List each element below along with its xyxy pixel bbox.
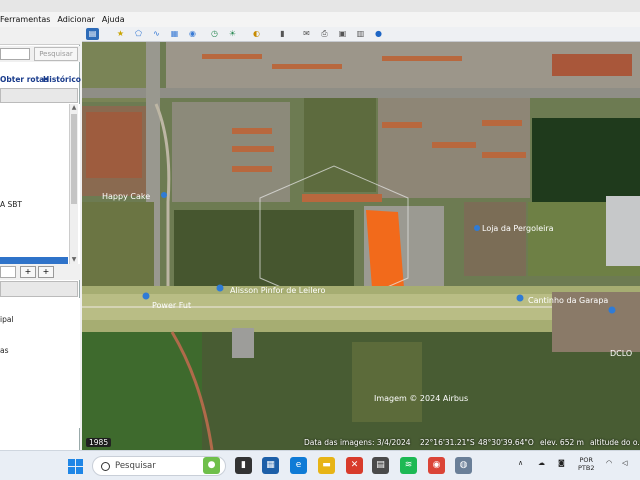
search-row: Pesquisar xyxy=(0,46,80,62)
label-dclo[interactable]: DCLO xyxy=(610,349,632,358)
start-button-icon[interactable] xyxy=(68,459,83,474)
volume-icon[interactable]: ◁ xyxy=(622,459,627,467)
google-earth-taskbar-icon[interactable]: ◍ xyxy=(455,457,472,474)
scroll-thumb[interactable] xyxy=(71,114,77,204)
add-folder-button[interactable]: + xyxy=(38,266,54,278)
elevation-readout: elev. 652 m xyxy=(540,438,584,447)
spotify-icon[interactable]: ≋ xyxy=(400,457,417,474)
sidebar-top xyxy=(0,27,80,45)
polygon-icon[interactable]: ⬠ xyxy=(132,28,145,40)
scroll-up-icon[interactable]: ▲ xyxy=(70,104,78,112)
layer-item-fronteiras[interactable]: as xyxy=(0,346,9,355)
history-link[interactable]: Histórico xyxy=(43,75,81,84)
search-button[interactable]: Pesquisar xyxy=(34,47,78,61)
search-icon xyxy=(101,462,110,471)
places-scrollbar[interactable]: ▲ ▼ xyxy=(69,104,78,264)
google-earth-window: Ferramentas Adicionar Ajuda Pesquisar Ob… xyxy=(0,0,640,450)
layers-panel-header[interactable] xyxy=(0,281,78,297)
eye-altitude-readout: altitude do o... xyxy=(590,438,640,447)
places-controls: + + xyxy=(0,264,80,280)
task-view-icon[interactable]: ▮ xyxy=(235,457,252,474)
label-pergoleira[interactable]: Loja da Pergoleira xyxy=(482,224,554,233)
label-power-fut[interactable]: Power Fut xyxy=(152,301,191,310)
map-status-bar: 1985 Data das imagens: 3/4/2024 22°16'31… xyxy=(82,436,640,450)
imagery-date: Data das imagens: 3/4/2024 xyxy=(304,438,411,447)
email-icon[interactable]: ✉ xyxy=(300,28,313,40)
overlay-icon[interactable]: ▦ xyxy=(168,28,181,40)
layer-item-principal[interactable]: ipal xyxy=(0,315,14,324)
store-icon[interactable]: ▦ xyxy=(262,457,279,474)
title-strip xyxy=(0,0,640,12)
planet-icon[interactable]: ◐ xyxy=(250,28,263,40)
tour-icon[interactable]: ◉ xyxy=(186,28,199,40)
path-icon[interactable]: ∿ xyxy=(150,28,163,40)
sidebar-toggle-icon[interactable]: ▤ xyxy=(86,28,99,40)
language-indicator[interactable]: POR PTB2 xyxy=(578,456,595,472)
satellite-map-view[interactable]: Happy Cake Power Fut Alisson Pinfor de L… xyxy=(82,42,640,450)
longitude-readout: 48°30'39.64"O xyxy=(478,438,534,447)
app-icon[interactable]: ✕ xyxy=(346,457,363,474)
save-image-icon[interactable]: ▣ xyxy=(336,28,349,40)
print-icon[interactable]: ⎙ xyxy=(318,28,331,40)
layers-list: ipal as xyxy=(0,298,80,428)
get-routes-link[interactable]: Obter rotas xyxy=(0,75,49,84)
routes-links: Obter rotas Histórico xyxy=(0,72,81,86)
label-happy-cake[interactable]: Happy Cake xyxy=(102,192,150,201)
map-imagery[interactable]: Happy Cake Power Fut Alisson Pinfor de L… xyxy=(82,42,640,450)
history-year-badge[interactable]: 1985 xyxy=(86,438,112,447)
keyboard-layout: PTB2 xyxy=(578,464,595,472)
place-item-sbt[interactable]: A SBT xyxy=(0,200,22,209)
places-panel-header[interactable] xyxy=(0,88,78,103)
label-cantinho-garapa[interactable]: Cantinho da Garapa xyxy=(528,296,608,305)
scroll-down-icon[interactable]: ▼ xyxy=(70,256,78,264)
tray-cloud-icon[interactable]: ☁ xyxy=(538,459,545,467)
language-code: POR xyxy=(579,456,594,464)
places-search-box[interactable] xyxy=(0,266,16,278)
ruler-icon[interactable]: ▮ xyxy=(276,28,289,40)
label-alisson[interactable]: Alisson Pinfor de Leilero xyxy=(230,286,326,295)
taskbar-search-placeholder: Pesquisar xyxy=(115,461,156,471)
latitude-readout: 22°16'31.21"S xyxy=(420,438,475,447)
tray-chevron-icon[interactable]: ∧ xyxy=(518,459,523,467)
chrome-icon[interactable]: ◉ xyxy=(428,457,445,474)
file-explorer-icon[interactable]: ▬ xyxy=(318,457,335,474)
menu-bar: Ferramentas Adicionar Ajuda xyxy=(0,12,640,27)
menu-ajuda[interactable]: Ajuda xyxy=(102,15,125,24)
sun-icon[interactable]: ☀ xyxy=(226,28,239,40)
edge-icon[interactable]: e xyxy=(290,457,307,474)
menu-ferramentas[interactable]: Ferramentas xyxy=(0,15,50,24)
highlighted-lot[interactable] xyxy=(366,210,404,288)
search-input[interactable] xyxy=(0,48,30,60)
map-toolbar: ▤ ★ ⬠ ∿ ▦ ◉ ◷ ☀ ◐ ▮ ✉ ⎙ ▣ ▥ ● xyxy=(82,27,640,42)
imagery-copyright: Imagem © 2024 Airbus xyxy=(374,394,468,403)
widget-icon[interactable]: ● xyxy=(203,457,220,474)
menu-adicionar[interactable]: Adicionar xyxy=(57,15,94,24)
wifi-icon[interactable]: ◠ xyxy=(606,459,612,467)
windows-taskbar: Pesquisar ● ▮ ▦ e ▬ ✕ ▤ ≋ ◉ ◍ ∧ ☁ ◙ POR … xyxy=(0,450,640,480)
places-list: A SBT mz xyxy=(0,104,80,291)
maps-icon[interactable]: ▥ xyxy=(354,28,367,40)
placemark-icon[interactable]: ★ xyxy=(114,28,127,40)
sidebar: Pesquisar Obter rotas Histórico A SBT mz… xyxy=(0,27,81,450)
tray-app-icon[interactable]: ◙ xyxy=(558,459,565,467)
add-button[interactable]: + xyxy=(20,266,36,278)
earth-icon[interactable]: ● xyxy=(372,28,385,40)
historical-imagery-icon[interactable]: ◷ xyxy=(208,28,221,40)
calculator-icon[interactable]: ▤ xyxy=(372,457,389,474)
